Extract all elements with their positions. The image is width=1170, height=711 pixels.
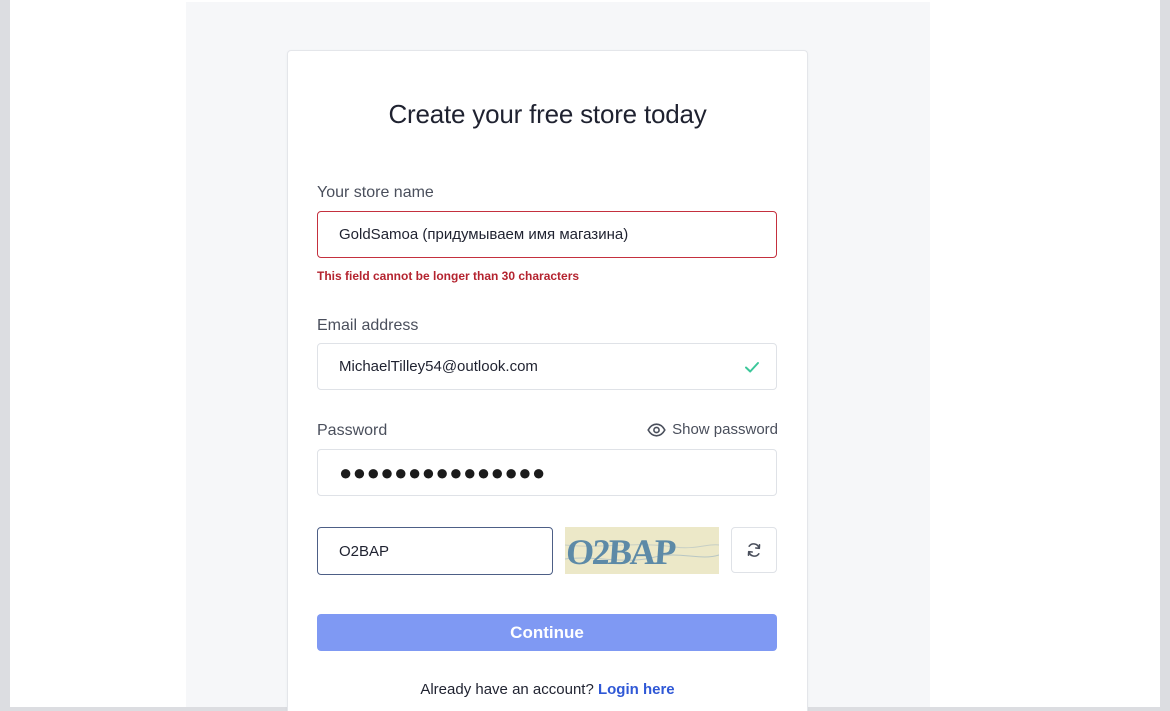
check-icon — [745, 362, 759, 373]
email-label: Email address — [317, 317, 419, 334]
content-panel: Create your free store today Your store … — [186, 2, 930, 711]
captcha-input[interactable]: O2BAP — [317, 527, 553, 575]
captcha-text: O2BAP — [565, 532, 677, 572]
captcha-input-value: O2BAP — [339, 542, 390, 560]
login-prompt: Already have an account? Login here — [288, 681, 807, 698]
page: Create your free store today Your store … — [10, 0, 1160, 711]
password-label: Password — [317, 422, 388, 439]
password-masked-value: ●●●●●●●●●●●●●●● — [339, 459, 546, 485]
store-name-label: Your store name — [317, 184, 434, 201]
page-title: Create your free store today — [388, 99, 707, 129]
signup-card: Create your free store today Your store … — [287, 50, 808, 711]
show-password-label: Show password — [672, 421, 778, 438]
store-name-error: This field cannot be longer than 30 char… — [317, 269, 580, 283]
eye-icon — [647, 422, 666, 437]
store-name-value: GoldSamoa (придумываем имя магазина) — [339, 226, 629, 243]
email-value: MichaelTilley54@outlook.com — [339, 358, 538, 375]
continue-button[interactable]: Continue — [317, 614, 777, 651]
show-password-toggle[interactable]: Show password — [647, 421, 778, 438]
login-link[interactable]: Login here — [598, 681, 675, 698]
store-name-input[interactable]: GoldSamoa (придумываем имя магазина) — [317, 211, 777, 258]
password-field[interactable]: ●●●●●●●●●●●●●●● — [317, 449, 777, 496]
captcha-refresh-button[interactable] — [731, 527, 777, 573]
email-field[interactable]: MichaelTilley54@outlook.com — [317, 343, 777, 390]
login-prompt-text: Already have an account? — [420, 681, 594, 698]
refresh-icon — [747, 543, 761, 557]
captcha-image: O2BAP — [565, 527, 719, 574]
